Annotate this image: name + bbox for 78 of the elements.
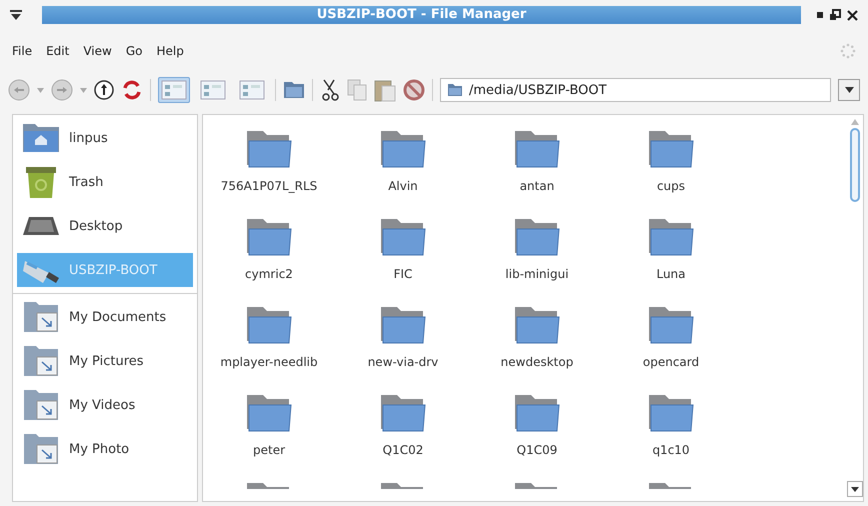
up-icon[interactable] [94, 80, 114, 100]
folder-item[interactable]: new-via-drv [337, 305, 469, 387]
sidebar-item[interactable]: Trash [17, 165, 193, 199]
folder-item[interactable]: mplayer-needlib [203, 305, 335, 387]
folder-item[interactable]: newdesktop [471, 305, 603, 387]
view-icon [239, 80, 265, 100]
folder-link-icon [21, 301, 61, 333]
close-icon[interactable] [847, 10, 858, 20]
folder-item[interactable]: Alvin [337, 129, 469, 211]
folder-item[interactable]: peter [203, 393, 335, 475]
desktop-icon [21, 216, 61, 236]
copy-icon[interactable] [347, 79, 367, 101]
folder-icon [379, 129, 427, 169]
folder-icon [245, 393, 293, 433]
folder-link-icon [21, 389, 61, 421]
home-folder-icon [21, 123, 61, 153]
window-menu-icon[interactable] [10, 10, 22, 20]
menu-item[interactable]: Edit [46, 44, 70, 58]
sidebar-item[interactable]: linpus [17, 121, 193, 155]
folder-item[interactable]: q1c10 [605, 393, 737, 475]
folder-item[interactable]: 756A1P07L_RLS [203, 129, 335, 211]
folder-link-icon [21, 433, 61, 465]
caret-icon[interactable] [80, 88, 87, 92]
folder-item[interactable]: Luna [605, 217, 737, 299]
view-button[interactable] [158, 77, 190, 103]
maximize-icon[interactable] [829, 9, 841, 21]
folder-icon [245, 129, 293, 169]
sidebar-item[interactable]: My Documents [17, 300, 193, 334]
folder-icon [379, 305, 427, 345]
location-field[interactable]: /media/USBZIP-BOOT [440, 78, 831, 102]
folder-icon [513, 129, 561, 169]
folder-icon [245, 305, 293, 345]
sidebar-item[interactable]: My Photo [17, 432, 193, 466]
scroll-down-button[interactable] [847, 481, 863, 497]
folder-icon [513, 305, 561, 345]
folder-icon [647, 217, 695, 257]
menu-item[interactable]: View [83, 44, 112, 58]
folder-item[interactable]: lib-minigui [471, 217, 603, 299]
forward-icon[interactable] [51, 79, 73, 101]
folder-icon [647, 129, 695, 169]
menu-item[interactable]: Help [156, 44, 184, 58]
scroll-up-icon[interactable] [851, 119, 859, 125]
folder-item[interactable]: FIC [337, 217, 469, 299]
caret-icon[interactable] [37, 88, 44, 92]
busy-spinner-icon [840, 43, 856, 59]
menu-item[interactable]: File [12, 44, 32, 58]
sidebar-item[interactable]: My Pictures [17, 344, 193, 378]
folder-item[interactable]: cups [605, 129, 737, 211]
folder-icon [245, 217, 293, 257]
folder-item[interactable]: opencard [605, 305, 737, 387]
view-icon [161, 80, 187, 100]
folder-icon [647, 305, 695, 345]
sidebar-item[interactable]: My Videos [17, 388, 193, 422]
new-folder-icon[interactable] [283, 81, 305, 99]
folder-item[interactable]: antan [471, 129, 603, 211]
folder-item[interactable]: Q1C09 [471, 393, 603, 475]
view-icon [200, 80, 226, 100]
paste-icon[interactable] [374, 78, 396, 102]
scissors-icon[interactable] [320, 78, 340, 102]
folder-icon [379, 217, 427, 257]
folder-icon [513, 217, 561, 257]
window-title: USBZIP-BOOT - File Manager [42, 6, 801, 24]
folder-icon [513, 393, 561, 433]
caret-icon [851, 486, 859, 492]
back-icon[interactable] [8, 79, 30, 101]
folder-link-icon [21, 345, 61, 377]
sidebar-item[interactable]: Desktop [17, 209, 193, 243]
menu-item[interactable]: Go [126, 44, 142, 58]
folder-item[interactable]: Q1C02 [337, 393, 469, 475]
folder-icon [647, 393, 695, 433]
location-dropdown-button[interactable] [838, 79, 860, 101]
folder-icon [447, 83, 463, 97]
scrollbar-thumb[interactable] [850, 128, 860, 202]
reload-icon[interactable] [121, 79, 143, 101]
caret-icon [844, 87, 854, 93]
folder-icon [379, 393, 427, 433]
folder-item[interactable]: cymric2 [203, 217, 335, 299]
stop-icon[interactable] [403, 79, 425, 101]
